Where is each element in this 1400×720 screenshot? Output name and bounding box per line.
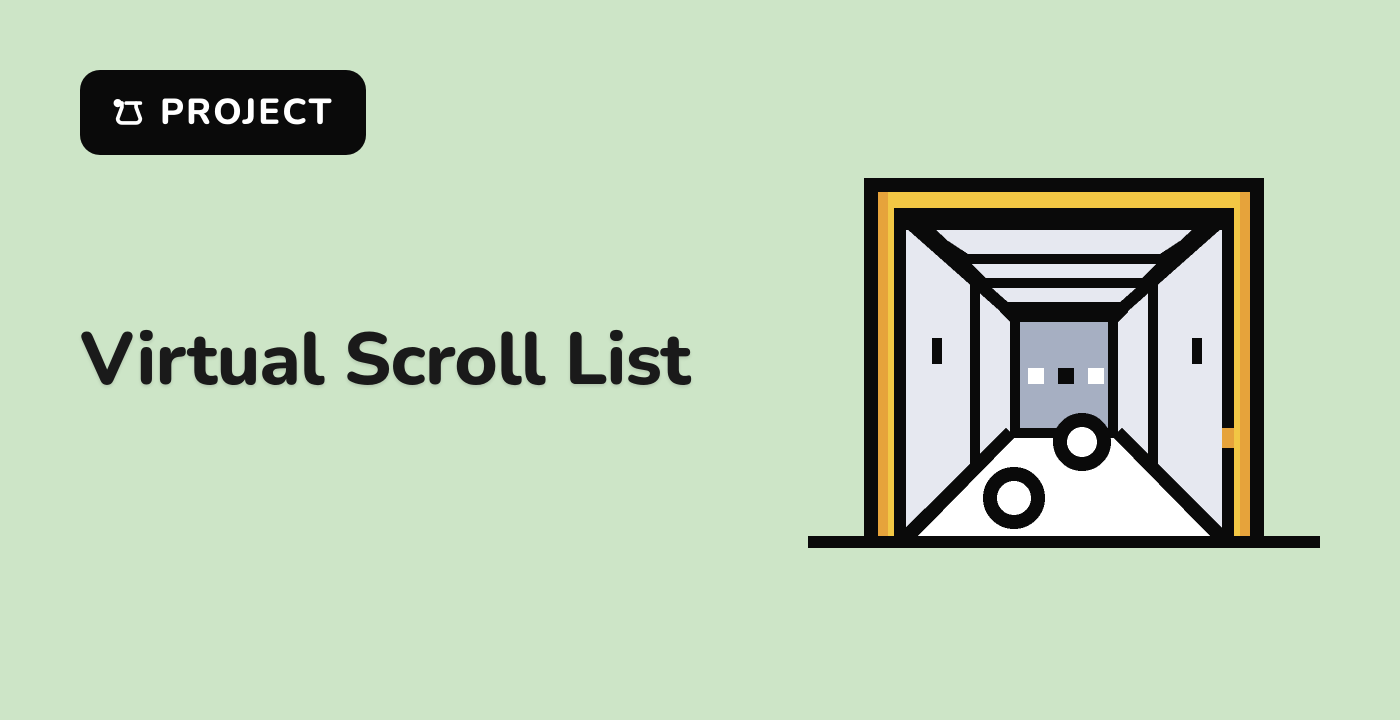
elevator-illustration xyxy=(808,178,1320,554)
page-title: Virtual Scroll List xyxy=(80,310,690,411)
lab-flask-icon xyxy=(112,96,146,130)
project-badge: PROJECT xyxy=(80,70,366,155)
badge-label: PROJECT xyxy=(160,88,334,137)
